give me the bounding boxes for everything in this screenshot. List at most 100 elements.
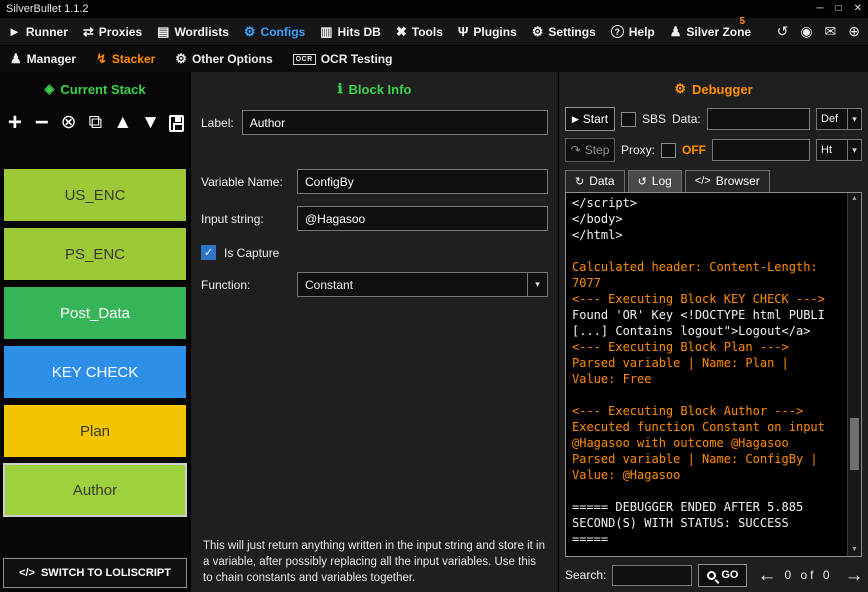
subnav-item-manager[interactable]: ♟Manager — [10, 51, 76, 67]
info-icon: ℹ — [338, 81, 343, 97]
menu-item-hits-db[interactable]: ▥Hits DB — [320, 25, 381, 39]
block-description: This will just return anything written i… — [201, 530, 548, 588]
camera-icon[interactable]: ◉ — [800, 23, 812, 40]
log-scrollbar[interactable]: ▲ ▼ — [847, 193, 861, 556]
close-icon[interactable]: ✕ — [854, 2, 862, 16]
debug-data-input[interactable] — [707, 108, 810, 130]
chevron-down-icon: ▾ — [847, 109, 861, 129]
log-line: Value: @Hagasoo — [572, 467, 844, 483]
log-line: [...] Contains logout">Logout</a> — [572, 323, 844, 339]
menu-item-silver-zone[interactable]: ♟Silver Zone5 — [670, 25, 751, 39]
search-go-button[interactable]: GO — [698, 564, 747, 587]
debugger-header: ⚙ Debugger — [565, 78, 862, 100]
search-input[interactable] — [612, 565, 692, 586]
log-line: Value: Free — [572, 371, 844, 387]
delete-icon[interactable]: ⊗ — [60, 112, 78, 134]
variable-name-label: Variable Name: — [201, 175, 289, 189]
lightning-icon: ↯ — [96, 51, 107, 67]
menu-item-help[interactable]: ?Help — [611, 25, 655, 39]
subnav-item-label: OCR Testing — [321, 52, 393, 66]
is-capture-row: ✓ Is Capture — [201, 245, 548, 260]
input-string-input[interactable] — [297, 206, 548, 231]
tab-browser[interactable]: </>Browser — [685, 170, 770, 192]
log-line: SECOND(S) WITH STATUS: SUCCESS — [572, 515, 844, 531]
proxy-input[interactable] — [712, 139, 810, 161]
variable-name-row: Variable Name: — [201, 169, 548, 194]
menu-item-plugins[interactable]: ΨPlugins — [458, 25, 517, 39]
menu-item-configs[interactable]: ⚙Configs — [244, 25, 305, 39]
menu-item-wordlists[interactable]: ▤Wordlists — [157, 25, 229, 39]
stack-block-plan[interactable]: Plan — [3, 404, 187, 458]
wordlist-type-value: Def — [817, 109, 847, 129]
wordlist-type-select[interactable]: Def ▾ — [816, 108, 862, 130]
scroll-up-icon[interactable]: ▲ — [848, 193, 861, 205]
block-info-panel: ℹ Block Info Label: Variable Name: Input… — [190, 72, 558, 592]
menu-item-tools[interactable]: ✖Tools — [396, 25, 443, 39]
debugger-title: Debugger — [692, 82, 753, 97]
menu-item-label: Configs — [261, 25, 306, 39]
prev-match-button[interactable]: ← — [757, 566, 776, 585]
step-button[interactable]: ↷ Step — [565, 138, 615, 162]
scroll-down-icon[interactable]: ▼ — [848, 544, 861, 556]
log-search-row: Search: GO ← 0 of 0 → — [565, 562, 862, 588]
minimize-icon[interactable]: ─ — [816, 2, 823, 16]
scrollbar-thumb[interactable] — [850, 418, 859, 470]
variable-name-input[interactable] — [297, 169, 548, 194]
move-up-icon[interactable]: ▲ — [113, 112, 132, 134]
tab-log[interactable]: ↺Log — [628, 170, 682, 192]
ocr-icon: OCR — [293, 54, 316, 65]
switch-to-loliscript-button[interactable]: </> SWITCH TO LOLISCRIPT — [3, 558, 187, 588]
start-button[interactable]: ▶ Start — [565, 107, 615, 131]
add-icon[interactable]: + — [6, 112, 24, 134]
log-line: Parsed variable | Name: ConfigBy | — [572, 451, 844, 467]
function-row: Function: Constant ▾ — [201, 272, 548, 297]
user-icon: ♟ — [670, 25, 682, 38]
chevron-down-icon: ▾ — [847, 140, 861, 160]
stack-panel-title: Current Stack — [60, 82, 145, 97]
stack-block-us-enc[interactable]: US_ENC — [3, 168, 187, 222]
history-icon[interactable]: ↺ — [777, 23, 789, 40]
menu-item-settings[interactable]: ⚙Settings — [532, 25, 596, 39]
menu-item-label: Silver Zone — [686, 25, 751, 39]
log-line: Parsed variable | Name: Plan | — [572, 355, 844, 371]
subnav-item-other-options[interactable]: ⚙Other Options — [175, 51, 272, 67]
go-button-label: GO — [721, 569, 738, 581]
stack-block-key-check[interactable]: KEY CHECK — [3, 345, 187, 399]
proxy-checkbox[interactable] — [661, 143, 676, 158]
help-icon: ? — [611, 25, 624, 38]
tab-label: Data — [589, 174, 614, 188]
stack-panel-header: ◈ Current Stack — [3, 78, 187, 100]
sbs-checkbox[interactable] — [621, 112, 636, 127]
log-line: Executed function Constant on input — [572, 419, 844, 435]
tab-data[interactable]: ↻Data — [565, 170, 625, 192]
proxy-status: OFF — [682, 143, 706, 157]
chat-icon[interactable]: ✉ — [825, 23, 837, 40]
label-input[interactable] — [242, 110, 548, 135]
search-label: Search: — [565, 568, 606, 582]
switch-button-label: SWITCH TO LOLISCRIPT — [41, 567, 171, 579]
remove-icon[interactable]: − — [33, 112, 51, 134]
menu-item-label: Proxies — [99, 25, 142, 39]
data-label: Data: — [672, 112, 701, 126]
stack-block-author[interactable]: Author — [3, 463, 187, 517]
next-match-button[interactable]: → — [845, 566, 864, 585]
move-down-icon[interactable]: ▼ — [141, 112, 160, 134]
menu-item-proxies[interactable]: ⇄Proxies — [83, 25, 142, 39]
stack-block-ps-enc[interactable]: PS_ENC — [3, 227, 187, 281]
stack-block-post-data[interactable]: Post_Data — [3, 286, 187, 340]
globe-icon[interactable]: ⊕ — [848, 23, 860, 40]
debugger-icon: ⚙ — [674, 81, 686, 97]
input-string-row: Input string: — [201, 206, 548, 231]
tab-label: Browser — [716, 174, 760, 188]
subnav-item-ocr-testing[interactable]: OCR OCR Testing — [293, 52, 393, 66]
function-select[interactable]: Constant ▾ — [297, 272, 548, 297]
menu-item-runner[interactable]: ►Runner — [8, 25, 68, 39]
save-icon[interactable] — [169, 115, 184, 132]
proxy-type-select[interactable]: Ht ▾ — [816, 139, 862, 161]
is-capture-checkbox[interactable]: ✓ — [201, 245, 216, 260]
clone-icon[interactable]: ⧉ — [86, 112, 104, 134]
subnav-item-stacker[interactable]: ↯Stacker — [96, 51, 155, 67]
menu-item-label: Plugins — [473, 25, 516, 39]
maximize-icon[interactable]: □ — [836, 2, 842, 16]
runner-icon: ► — [8, 25, 21, 38]
